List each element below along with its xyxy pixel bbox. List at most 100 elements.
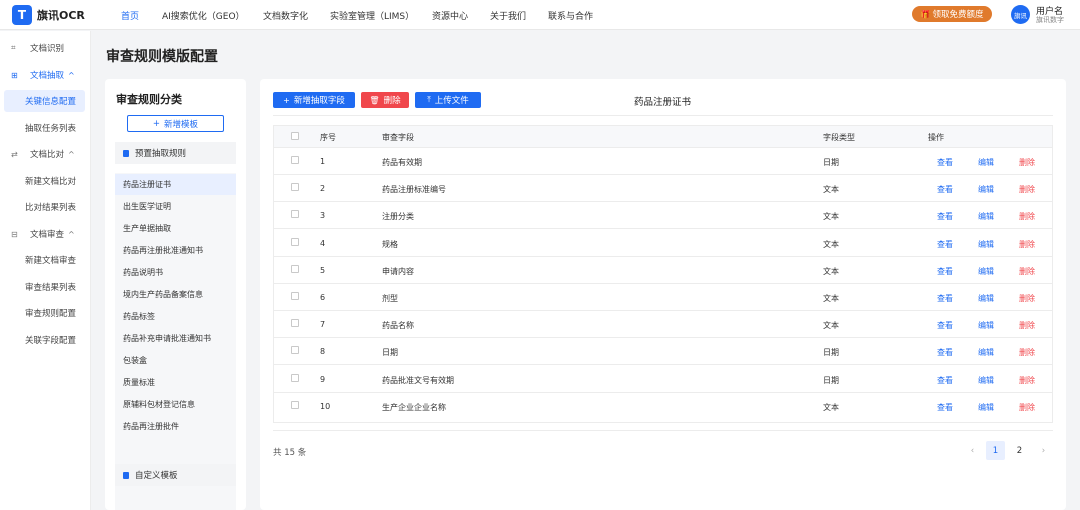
category-panel-title: 审查规则分类	[116, 93, 182, 106]
view-button[interactable]: 查看	[937, 293, 953, 304]
app-logo[interactable]: T 旗讯OCR	[12, 5, 85, 25]
sidebar-item-extraction-tasks[interactable]: 抽取任务列表	[4, 117, 85, 139]
edit-button[interactable]: 编辑	[978, 375, 994, 386]
row-checkbox[interactable]	[291, 373, 299, 382]
prev-page-button[interactable]: ‹	[963, 441, 982, 460]
sidebar-item-compare-results[interactable]: 比对结果列表	[4, 196, 85, 218]
preset-rules-list: 药品注册证书 出生医学证明 生产单据抽取 药品再注册批准通知书 药品说明书 境内生产药品备…	[115, 173, 236, 510]
delete-row-button[interactable]: 删除	[1019, 402, 1035, 413]
rule-category-item[interactable]: 药品补充申请批准通知书	[115, 328, 236, 349]
view-button[interactable]: 查看	[937, 320, 953, 331]
preset-rules-group[interactable]: 预置抽取规则	[115, 142, 236, 164]
delete-row-button[interactable]: 删除	[1019, 184, 1035, 195]
sidebar-item-new-compare[interactable]: 新建文档比对	[4, 170, 85, 192]
page-button-2[interactable]: 2	[1010, 441, 1029, 460]
nav-about[interactable]: 关于我们	[490, 9, 526, 22]
sidebar-item-linked-field-config[interactable]: 关联字段配置	[4, 329, 85, 351]
row-checkbox[interactable]	[291, 156, 299, 164]
rule-category-item[interactable]: 生产单据抽取	[115, 218, 236, 239]
upload-label: 上传文件	[434, 96, 469, 106]
rule-category-item[interactable]: 药品标签	[115, 306, 236, 327]
edit-button[interactable]: 编辑	[978, 157, 994, 168]
row-checkbox[interactable]	[291, 237, 299, 246]
table-row: 4 规格 文本 查看 编辑 删除	[274, 230, 1052, 257]
sidebar-item-new-review[interactable]: 新建文档审查	[4, 249, 85, 271]
view-button[interactable]: 查看	[937, 375, 953, 386]
row-field-name: 规格	[382, 239, 398, 249]
add-template-button[interactable]: + 新增模板	[127, 115, 224, 132]
nav-resources[interactable]: 资源中心	[432, 9, 468, 22]
row-checkbox[interactable]	[291, 264, 299, 273]
edit-button[interactable]: 编辑	[978, 347, 994, 358]
free-quota-label: 领取免费额度	[932, 10, 984, 20]
nav-geo[interactable]: AI搜索优化（GEO）	[162, 9, 245, 22]
sidebar-group-review[interactable]: ⊟ 文档审查 ^	[4, 223, 85, 245]
delete-row-button[interactable]: 删除	[1019, 239, 1035, 250]
free-quota-button[interactable]: 🎁 领取免费额度	[912, 6, 992, 22]
upload-file-button[interactable]: ⤒ 上传文件	[415, 92, 481, 108]
row-checkbox[interactable]	[291, 400, 299, 409]
row-checkbox[interactable]	[291, 183, 299, 192]
select-all-checkbox[interactable]	[291, 132, 299, 140]
view-button[interactable]: 查看	[937, 211, 953, 222]
edit-button[interactable]: 编辑	[978, 320, 994, 331]
nav-contact[interactable]: 联系与合作	[548, 9, 593, 22]
view-button[interactable]: 查看	[937, 402, 953, 413]
edit-button[interactable]: 编辑	[978, 293, 994, 304]
page-button-1[interactable]: 1	[986, 441, 1005, 460]
delete-row-button[interactable]: 删除	[1019, 293, 1035, 304]
rule-category-item[interactable]: 出生医学证明	[115, 196, 236, 217]
delete-row-button[interactable]: 删除	[1019, 211, 1035, 222]
divider	[273, 430, 1053, 431]
rule-category-item[interactable]: 药品再注册批准通知书	[115, 240, 236, 261]
sidebar-item-review-rule-config[interactable]: 审查规则配置	[4, 302, 85, 324]
table-row: 3 注册分类 文本 查看 编辑 删除	[274, 202, 1052, 230]
delete-button[interactable]: 🗑 删除	[361, 92, 409, 108]
next-page-button[interactable]: ›	[1034, 441, 1053, 460]
rule-category-item[interactable]: 药品注册证书	[115, 174, 236, 195]
delete-label: 删除	[383, 96, 401, 106]
row-checkbox[interactable]	[291, 292, 299, 300]
delete-row-button[interactable]: 删除	[1019, 320, 1035, 331]
row-checkbox[interactable]	[291, 210, 299, 219]
view-button[interactable]: 查看	[937, 347, 953, 358]
custom-templates-group[interactable]: 自定义模板	[115, 464, 236, 486]
sidebar-item-label: 新建文档比对	[25, 177, 77, 187]
nav-lims[interactable]: 实验室管理（LIMS）	[330, 9, 414, 22]
app-name: 旗讯OCR	[37, 9, 85, 22]
fields-table: 序号 审查字段 字段类型 操作 1 药品有效期 日期 查看 编辑 删除 2 药品注册标准编号文…	[273, 125, 1053, 423]
row-checkbox[interactable]	[291, 346, 299, 355]
edit-button[interactable]: 编辑	[978, 211, 994, 222]
edit-button[interactable]: 编辑	[978, 184, 994, 195]
nav-home[interactable]: 首页	[121, 9, 139, 22]
nav-digitization[interactable]: 文档数字化	[263, 9, 308, 22]
delete-row-button[interactable]: 删除	[1019, 157, 1035, 168]
row-field-name: 日期	[382, 348, 398, 358]
edit-button[interactable]: 编辑	[978, 402, 994, 413]
delete-row-button[interactable]: 删除	[1019, 347, 1035, 358]
rule-category-item[interactable]: 境内生产药品备案信息	[115, 284, 236, 305]
rule-category-item[interactable]: 包装盒	[115, 350, 236, 371]
column-header-type: 字段类型	[823, 133, 855, 142]
sidebar-group-extraction[interactable]: ⊞ 文档抽取 ^	[4, 64, 85, 86]
delete-row-button[interactable]: 删除	[1019, 375, 1035, 386]
rule-category-item[interactable]: 药品再注册批件	[115, 416, 236, 437]
sidebar-group-compare[interactable]: ⇄ 文档比对 ^	[4, 143, 85, 165]
sidebar-item-key-info-config[interactable]: 关键信息配置	[4, 90, 85, 112]
view-button[interactable]: 查看	[937, 266, 953, 277]
view-button[interactable]: 查看	[937, 157, 953, 168]
rule-category-item[interactable]: 原辅料包材登记信息	[115, 394, 236, 415]
delete-row-button[interactable]: 删除	[1019, 266, 1035, 277]
edit-button[interactable]: 编辑	[978, 266, 994, 277]
row-checkbox[interactable]	[291, 319, 299, 328]
rule-category-item[interactable]: 质量标准	[115, 372, 236, 393]
sidebar-item-doc-recognition[interactable]: ⌗ 文档识别	[4, 37, 85, 59]
rule-category-item[interactable]: 药品说明书	[115, 262, 236, 283]
logo-icon: T	[12, 5, 32, 25]
edit-button[interactable]: 编辑	[978, 239, 994, 250]
add-field-button[interactable]: + 新增抽取字段	[273, 92, 355, 108]
view-button[interactable]: 查看	[937, 184, 953, 195]
avatar[interactable]: 旗讯	[1011, 5, 1030, 24]
view-button[interactable]: 查看	[937, 239, 953, 250]
sidebar-item-review-results[interactable]: 审查结果列表	[4, 276, 85, 298]
